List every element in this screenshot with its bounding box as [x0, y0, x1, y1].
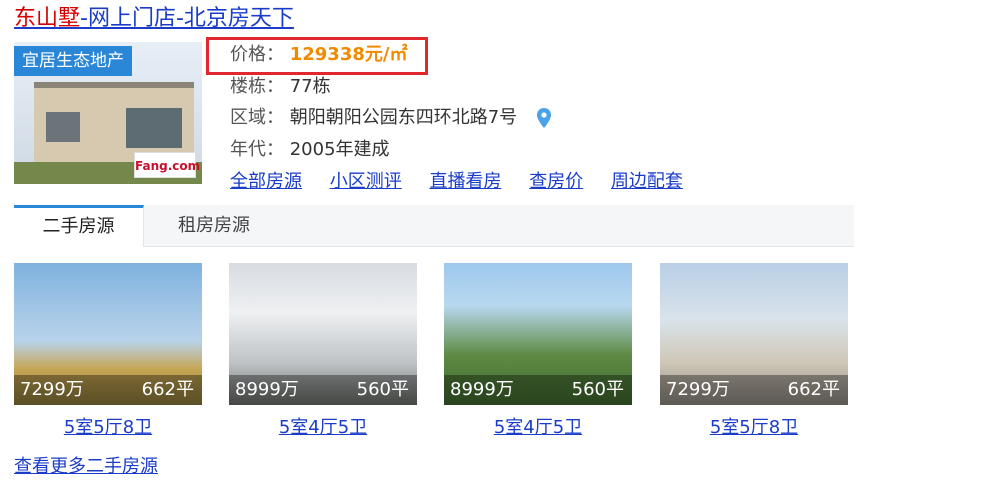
listing-area: 662平	[787, 379, 840, 400]
listing-layout-link[interactable]: 5室4厅5卫	[229, 413, 417, 443]
listing-card[interactable]: 7299万 662平 5室5厅8卫	[14, 263, 202, 443]
listing-area: 560平	[571, 379, 624, 400]
year-label: 年代：	[230, 139, 284, 160]
year-row: 年代： 2005年建成	[230, 135, 390, 165]
listing-area: 662平	[141, 379, 194, 400]
link-community-review[interactable]: 小区测评	[330, 171, 402, 192]
buildings-value: 77栋	[289, 76, 331, 97]
view-more-link[interactable]: 查看更多二手房源	[14, 452, 158, 482]
listing-photo[interactable]: 7299万 662平	[660, 263, 848, 405]
map-pin-icon[interactable]	[536, 108, 551, 128]
listing-photo[interactable]: 8999万 560平	[229, 263, 417, 405]
link-live-viewing[interactable]: 直播看房	[429, 171, 501, 192]
listing-photo[interactable]: 8999万 560平	[444, 263, 632, 405]
link-nearby[interactable]: 周边配套	[611, 171, 683, 192]
price-label: 价格：	[230, 44, 284, 65]
listing-price: 8999万	[235, 379, 299, 400]
listing-price: 7299万	[666, 379, 730, 400]
title-highlight: 东山墅	[14, 6, 81, 31]
listing-area: 560平	[356, 379, 409, 400]
area-row: 区域： 朝阳朝阳公园东四环北路7号	[230, 103, 551, 133]
area-label: 区域：	[230, 107, 284, 128]
buildings-row: 楼栋： 77栋	[230, 72, 331, 102]
year-value: 2005年建成	[289, 139, 390, 160]
link-all-listings[interactable]: 全部房源	[230, 171, 302, 192]
listing-card[interactable]: 8999万 560平 5室4厅5卫	[444, 263, 632, 443]
page-title[interactable]: 东山墅-网上门店-北京房天下	[14, 4, 294, 34]
community-thumbnail[interactable]: 宜居生态地产 Fang.com	[14, 42, 202, 184]
listing-photo[interactable]: 7299万 662平	[14, 263, 202, 405]
listing-card[interactable]: 7299万 662平 5室5厅8卫	[660, 263, 848, 443]
quick-links: 全部房源 小区测评 直播看房 查房价 周边配套	[230, 167, 705, 197]
listing-price: 7299万	[20, 379, 84, 400]
eco-badge: 宜居生态地产	[14, 46, 132, 76]
listing-layout-link[interactable]: 5室5厅8卫	[14, 413, 202, 443]
listing-price: 8999万	[450, 379, 514, 400]
price-value: 129338元/㎡	[289, 44, 408, 65]
buildings-label: 楼栋：	[230, 76, 284, 97]
listing-tabs: 二手房源 租房房源	[14, 205, 854, 247]
price-row: 价格： 129338元/㎡	[230, 40, 407, 70]
area-value: 朝阳朝阳公园东四环北路7号	[289, 107, 518, 128]
link-check-price[interactable]: 查房价	[529, 171, 583, 192]
tab-rental[interactable]: 租房房源	[154, 205, 274, 247]
fang-logo: Fang.com	[134, 152, 200, 178]
listing-card[interactable]: 8999万 560平 5室4厅5卫	[229, 263, 417, 443]
title-rest: -网上门店-北京房天下	[80, 6, 294, 31]
listing-layout-link[interactable]: 5室5厅8卫	[660, 413, 848, 443]
tab-second-hand[interactable]: 二手房源	[14, 205, 144, 247]
listing-layout-link[interactable]: 5室4厅5卫	[444, 413, 632, 443]
